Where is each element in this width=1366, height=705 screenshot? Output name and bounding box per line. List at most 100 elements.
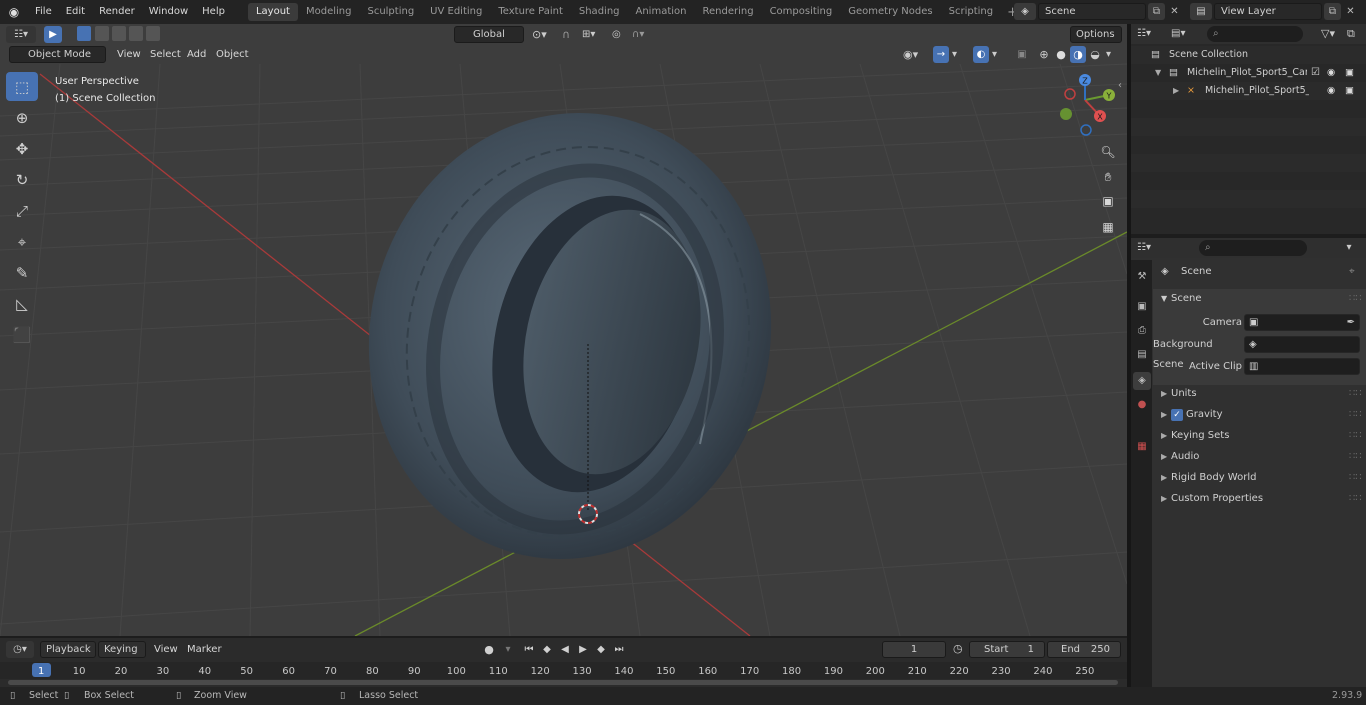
camera-render-icon[interactable]: ▣ [1345, 82, 1354, 100]
menu-edit[interactable]: Edit [59, 0, 92, 24]
new-collection-icon[interactable]: ⧉ [1347, 26, 1363, 42]
properties-search-input[interactable]: ⌕ [1199, 240, 1307, 256]
add-cube-tool-icon[interactable]: ⬛ [6, 320, 38, 349]
navigation-gizmo[interactable]: Y X Z [1052, 72, 1122, 142]
world-properties-icon[interactable]: ● [1133, 396, 1151, 414]
active-clip-field[interactable]: ▥ [1244, 358, 1360, 375]
pan-view-icon[interactable]: ✋︎ [1097, 166, 1119, 188]
render-properties-icon[interactable]: ▣ [1133, 298, 1151, 316]
timeline-menu-marker[interactable]: Marker [187, 644, 222, 655]
filter-icon[interactable]: ▽▾ [1321, 26, 1343, 42]
auto-keying-button[interactable]: ● [481, 641, 497, 658]
outliner-editor-type-dropdown[interactable]: ☷▾ [1137, 26, 1165, 42]
select-mode-extend-icon[interactable] [95, 26, 109, 41]
zoom-view-icon[interactable]: 🔍︎ [1097, 141, 1119, 163]
scene-properties-icon[interactable]: ◈ [1133, 372, 1151, 390]
select-mode-intersect-icon[interactable] [146, 26, 160, 41]
drag-handle-icon[interactable]: ∷∷ [1349, 489, 1362, 509]
scene-selector-icon[interactable]: ◈ [1014, 3, 1036, 20]
shading-dropdown-icon[interactable]: ▾ [1106, 46, 1118, 63]
drag-handle-icon[interactable]: ∷∷ [1349, 405, 1362, 425]
shading-rendered-icon[interactable]: ◒ [1087, 46, 1103, 63]
jump-start-button[interactable]: ⏮︎ [521, 641, 537, 658]
snap-target-icon[interactable]: ⊞▾ [582, 26, 606, 43]
gizmo-dropdown-icon[interactable]: ▾ [952, 46, 964, 63]
move-tool-icon[interactable]: ✥ [6, 134, 38, 163]
annotate-tool-icon[interactable]: ✎ [6, 258, 38, 287]
viewport-menu-add[interactable]: Add [187, 49, 206, 60]
viewport-menu-object[interactable]: Object [216, 49, 249, 60]
gravity-panel-header[interactable]: ▶ ✓ Gravity ∷∷ [1153, 405, 1366, 425]
drag-handle-icon[interactable]: ∷∷ [1349, 426, 1362, 446]
expand-arrow-icon[interactable]: ▶ [1173, 82, 1179, 100]
falloff-icon[interactable]: ∩▾ [632, 26, 654, 43]
menu-render[interactable]: Render [92, 0, 142, 24]
cursor-tool-icon[interactable]: ⊕ [6, 103, 38, 132]
viewport-menu-view[interactable]: View [117, 49, 141, 60]
gizmo-toggle-icon[interactable]: → [933, 46, 949, 63]
rigid-body-world-panel-header[interactable]: ▶ Rigid Body World ∷∷ [1153, 468, 1366, 488]
eye-icon[interactable]: ◉ [1327, 82, 1335, 100]
next-keyframe-button[interactable]: ◆ [593, 641, 609, 658]
drag-handle-icon[interactable]: ∷∷ [1349, 384, 1362, 404]
output-properties-icon[interactable]: ⎙ [1133, 322, 1151, 340]
scene-panel-header[interactable]: ▼ Scene ∷∷ [1153, 289, 1366, 309]
outliner-row-scene-collection[interactable]: ▤ Scene Collection [1131, 46, 1366, 64]
pin-icon[interactable]: ⌖ [1349, 262, 1355, 282]
timeline-scrollbar[interactable] [8, 680, 1118, 685]
tool-properties-icon[interactable]: ⚒ [1133, 268, 1151, 286]
drag-handle-icon[interactable]: ∷∷ [1349, 289, 1362, 309]
scale-tool-icon[interactable]: ⤢ [6, 196, 38, 225]
custom-properties-panel-header[interactable]: ▶ Custom Properties ∷∷ [1153, 489, 1366, 509]
shading-solid-icon[interactable]: ● [1053, 46, 1069, 63]
stopwatch-icon[interactable]: ◷ [953, 642, 963, 655]
view-layer-properties-icon[interactable]: ▤ [1133, 346, 1151, 364]
jump-end-button[interactable]: ⏭︎ [611, 641, 627, 658]
tab-scripting[interactable]: Scripting [941, 3, 1001, 21]
pivot-point-icon[interactable]: ⊙▾ [532, 26, 556, 43]
new-view-layer-button[interactable]: ⧉ [1324, 3, 1341, 20]
overlays-toggle-icon[interactable]: ◐ [973, 46, 989, 63]
eye-icon[interactable]: ◉ [1327, 64, 1335, 82]
menu-window[interactable]: Window [142, 0, 195, 24]
units-panel-header[interactable]: ▶ Units ∷∷ [1153, 384, 1366, 404]
tire-model[interactable] [328, 75, 812, 596]
overlays-dropdown-icon[interactable]: ▾ [992, 46, 1004, 63]
prev-keyframe-button[interactable]: ◆ [539, 641, 555, 658]
tab-animation[interactable]: Animation [628, 3, 695, 21]
tab-compositing[interactable]: Compositing [762, 3, 841, 21]
options-dropdown[interactable]: Options [1070, 26, 1122, 43]
rotate-tool-icon[interactable]: ↻ [6, 165, 38, 194]
sidebar-toggle-chevron-icon[interactable]: ‹ [1118, 80, 1122, 91]
timeline-editor-type-dropdown[interactable]: ◷▾ [6, 641, 34, 658]
transform-orientation-dropdown[interactable]: Global [454, 26, 524, 43]
select-mode-new-icon[interactable] [77, 26, 91, 41]
camera-render-icon[interactable]: ▣ [1345, 64, 1354, 82]
snap-icon[interactable]: ∩ [562, 26, 578, 43]
tab-shading[interactable]: Shading [571, 3, 628, 21]
select-mode-invert-icon[interactable] [129, 26, 143, 41]
proportional-edit-icon[interactable]: ◎ [612, 26, 628, 43]
outliner-row-tire-collection[interactable]: ▼ ▤ Michelin_Pilot_Sport5_Car_Tin ☑ ◉ ▣ [1131, 64, 1366, 82]
play-reverse-button[interactable]: ◀ [557, 641, 573, 658]
end-frame-field[interactable]: End 250 [1047, 641, 1121, 658]
outliner-row-tire-object[interactable]: ▶ ⨯ Michelin_Pilot_Sport5_Ca ◉ ▣ [1131, 82, 1366, 100]
audio-panel-header[interactable]: ▶ Audio ∷∷ [1153, 447, 1366, 467]
start-frame-field[interactable]: Start 1 [969, 641, 1045, 658]
drag-handle-icon[interactable]: ∷∷ [1349, 468, 1362, 488]
editor-type-dropdown[interactable]: ☷▾ [6, 26, 36, 43]
texture-properties-icon[interactable]: ▦ [1133, 438, 1151, 456]
exclude-checkbox[interactable]: ☑ [1311, 64, 1320, 82]
select-tool-button[interactable]: ▶ [44, 26, 62, 43]
tab-texture-paint[interactable]: Texture Paint [490, 3, 571, 21]
tab-uv-editing[interactable]: UV Editing [422, 3, 490, 21]
outliner-search-input[interactable]: ⌕ [1207, 26, 1303, 42]
shading-wireframe-icon[interactable]: ⊕ [1036, 46, 1052, 63]
camera-view-icon[interactable]: ▣ [1097, 190, 1119, 212]
keying-sets-panel-header[interactable]: ▶ Keying Sets ∷∷ [1153, 426, 1366, 446]
keying-dropdown[interactable]: Keying [98, 641, 146, 658]
tab-rendering[interactable]: Rendering [694, 3, 761, 21]
delete-scene-button[interactable]: ✕ [1166, 3, 1183, 20]
new-scene-button[interactable]: ⧉ [1148, 3, 1165, 20]
menu-file[interactable]: File [28, 0, 59, 24]
